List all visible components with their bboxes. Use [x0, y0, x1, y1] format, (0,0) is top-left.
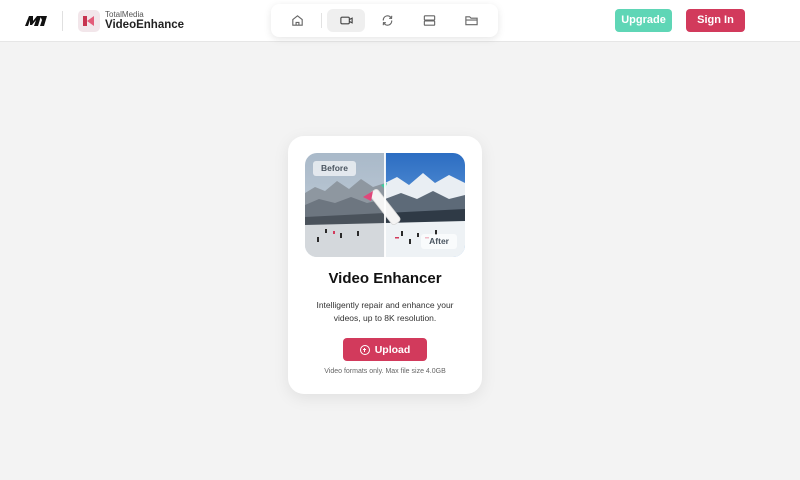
- nav-convert[interactable]: [368, 9, 406, 32]
- nav-video[interactable]: [327, 9, 365, 32]
- compare-divider[interactable]: [384, 153, 386, 257]
- card-description: Intelligently repair and enhance your vi…: [316, 300, 454, 323]
- nav-storage[interactable]: [410, 9, 448, 32]
- folder-icon: [464, 16, 478, 26]
- home-icon: [291, 15, 303, 26]
- before-after-preview: Before After: [305, 153, 465, 257]
- after-label: After: [421, 234, 457, 249]
- video-camera-icon: [339, 16, 353, 25]
- refresh-icon: [382, 15, 392, 26]
- before-label: Before: [313, 161, 356, 176]
- videoenhance-app-icon[interactable]: [78, 10, 100, 32]
- nav-divider: [321, 13, 322, 28]
- main-nav: [271, 4, 498, 37]
- upload-button[interactable]: Upload: [343, 338, 427, 361]
- nav-home[interactable]: [278, 9, 316, 32]
- app-name[interactable]: VideoEnhance: [105, 19, 184, 32]
- brand-name: TotalMedia: [105, 10, 144, 19]
- top-bar: TotalMedia VideoEnhance Upgrade Sign In: [0, 0, 800, 42]
- header-separator: [62, 11, 63, 31]
- file-limit-note: Video formats only. Max file size 4.0GB: [324, 368, 446, 375]
- video-enhancer-card: Before After Video Enhancer Intelligentl…: [288, 136, 482, 394]
- storage-icon: [423, 15, 435, 26]
- nav-folder[interactable]: [452, 9, 490, 32]
- card-title: Video Enhancer: [328, 270, 442, 287]
- totalmedia-logo[interactable]: [24, 12, 48, 30]
- sign-in-button[interactable]: Sign In: [686, 9, 745, 32]
- upgrade-button[interactable]: Upgrade: [615, 9, 672, 32]
- upload-label: Upload: [374, 343, 411, 356]
- add-circle-icon: [359, 344, 370, 355]
